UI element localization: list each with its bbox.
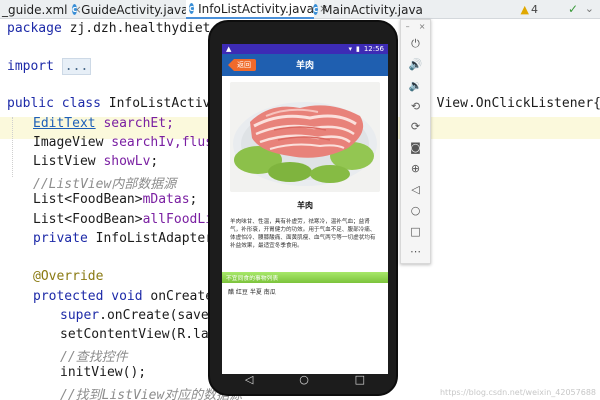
chevron-down-icon[interactable]: ⌄	[585, 2, 594, 15]
volume-up-icon[interactable]: 🔊	[401, 58, 430, 71]
minimize-icon[interactable]: –	[406, 22, 410, 31]
watermark: https://blog.csdn.net/weixin_42057688	[439, 388, 596, 397]
inspection-ok-icon[interactable]: ✓	[568, 2, 578, 16]
page-title: 羊肉	[295, 61, 314, 71]
folded-imports[interactable]: ...	[61, 58, 92, 75]
app-title-bar: 返回 羊肉	[222, 54, 388, 76]
emulator-toolbar-header: – ×	[401, 22, 430, 31]
java-class-icon: C	[72, 4, 78, 15]
tab-infolist-activity[interactable]: C InfoListActivity.java ×	[186, 0, 328, 19]
avoid-list-header: 不宜同食的事物列表	[222, 272, 388, 283]
more-icon[interactable]: ⋯	[401, 245, 430, 258]
tab-main-activity[interactable]: C MainActivity.java	[310, 0, 423, 19]
nav-overview-icon[interactable]: □	[355, 373, 365, 386]
back-icon[interactable]: ◁	[401, 183, 430, 196]
food-description: 羊肉味甘、性温，具有补虚劳，祛寒冷，温补气血；益肾气，补形衰，开胃健力的功效。用…	[230, 219, 376, 249]
food-name: 羊肉	[297, 201, 313, 210]
code-line: ListView showLv;	[33, 154, 159, 169]
battery-icon: ▮	[355, 45, 360, 53]
code-line: List<FoodBean>mDatas;	[33, 192, 198, 207]
status-bar: ▲ ▾ ▮ 12:56	[222, 44, 388, 54]
code-line: List<FoodBean>allFoodList;	[33, 212, 237, 227]
nav-back-icon[interactable]: ◁	[245, 373, 253, 386]
java-class-icon: C	[189, 3, 195, 14]
android-nav-bar: ◁ ○ □	[222, 368, 388, 390]
warning-icon: ▲	[520, 3, 529, 16]
zoom-icon[interactable]: ⊕	[401, 162, 430, 175]
tab-label: MainActivity.java	[322, 2, 423, 17]
editor-tab-bar: _guide.xml × C GuideActivity.java × C In…	[0, 0, 600, 19]
tab-guide-activity[interactable]: C GuideActivity.java ×	[72, 0, 203, 19]
code-line: //查找控件	[60, 350, 128, 365]
code-line: s View.OnClickListener{	[421, 96, 600, 111]
warning-count: 4	[531, 3, 538, 16]
inspection-warnings[interactable]: ▲ 4	[521, 3, 538, 16]
notification-icon: ▲	[226, 45, 232, 53]
tab-label: InfoListActivity.java	[198, 1, 314, 16]
tab-label: GuideActivity.java	[81, 2, 189, 17]
indent-guide	[12, 117, 13, 177]
rotate-right-icon[interactable]: ⟳	[401, 120, 430, 133]
close-icon[interactable]: ×	[419, 22, 426, 31]
volume-down-icon[interactable]: 🔉	[401, 79, 430, 92]
tab-guide-xml[interactable]: _guide.xml ×	[0, 0, 82, 19]
emulator-toolbar: – × ⏻ 🔊 🔉 ⟲ ⟳ ◙ ⊕ ◁ ○ □ ⋯	[400, 19, 431, 264]
nav-home-icon[interactable]: ○	[299, 373, 309, 386]
power-icon[interactable]: ⏻	[401, 37, 430, 51]
android-emulator: ▲ ▾ ▮ 12:56 返回 羊肉 羊肉 羊肉味甘、性温，具有补虚劳，祛寒冷，温…	[208, 20, 398, 396]
code-line: @Override	[33, 269, 104, 284]
home-icon[interactable]: ○	[401, 204, 430, 217]
overview-icon[interactable]: □	[401, 225, 430, 238]
java-class-icon: C	[313, 4, 319, 15]
rotate-left-icon[interactable]: ⟲	[401, 100, 430, 113]
avoid-list-items: 醋 红豆 半夏 南瓜	[228, 289, 276, 296]
camera-icon[interactable]: ◙	[401, 141, 430, 154]
code-line: import ...	[7, 58, 92, 75]
wifi-icon: ▾	[348, 45, 352, 53]
lamb-slices-image	[230, 82, 380, 192]
code-line: initView();	[60, 365, 147, 380]
code-line: EditText searchEt;	[33, 116, 174, 131]
phone-screen[interactable]: ▲ ▾ ▮ 12:56 返回 羊肉 羊肉 羊肉味甘、性温，具有补虚劳，祛寒冷，温…	[222, 44, 388, 374]
code-line: //ListView内部数据源	[33, 177, 177, 192]
status-time: 12:56	[363, 45, 384, 53]
tab-label: _guide.xml	[2, 2, 68, 17]
food-image	[230, 82, 380, 192]
